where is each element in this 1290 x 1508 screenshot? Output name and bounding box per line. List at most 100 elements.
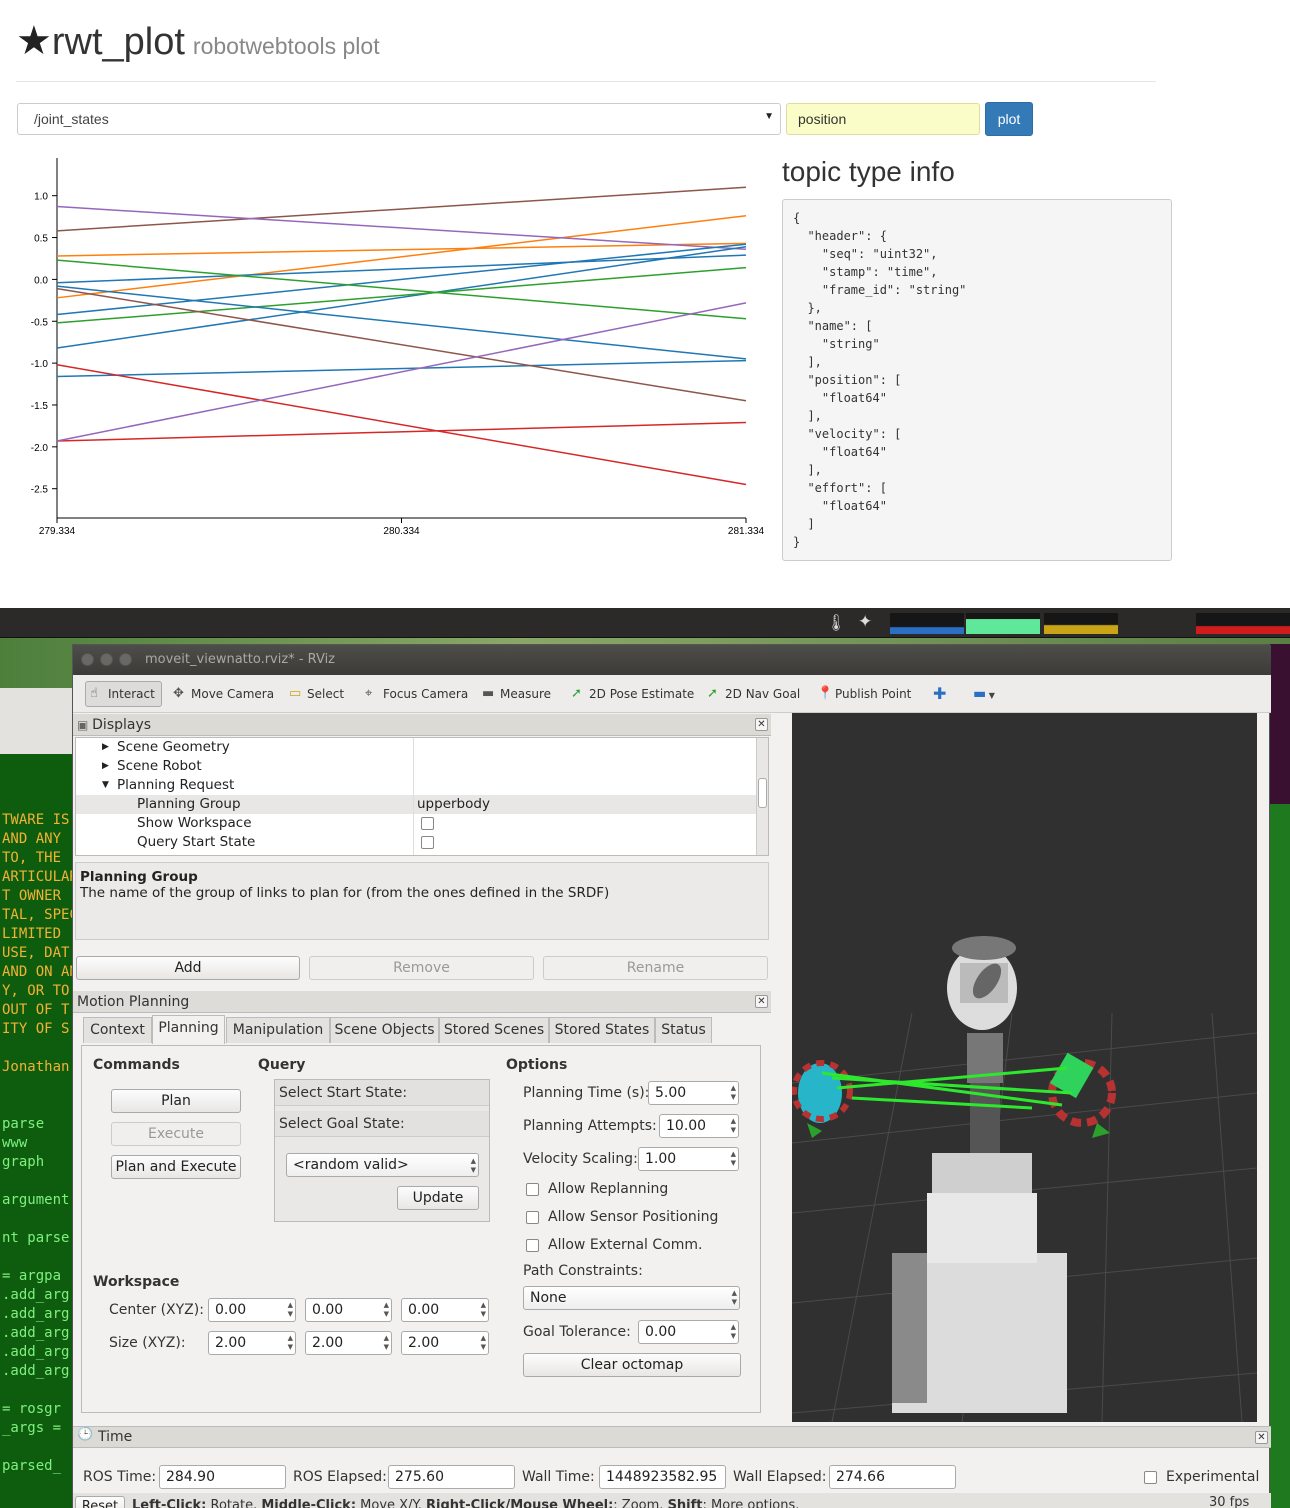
updown-icon[interactable]: ▲ ▼: [481, 1334, 486, 1352]
goal-tolerance-label: Goal Tolerance:: [523, 1324, 631, 1340]
rename-button[interactable]: Rename: [543, 956, 768, 980]
reset-button[interactable]: Reset: [75, 1496, 125, 1508]
map-pin-icon: 📍: [817, 686, 834, 701]
add-tool-icon[interactable]: ✚: [925, 683, 946, 705]
expand-right-icon[interactable]: ▶: [102, 738, 109, 757]
scroll-thumb[interactable]: [758, 778, 767, 808]
updown-icon[interactable]: ▲ ▼: [384, 1301, 389, 1319]
x-tick-label: 279.334: [39, 526, 76, 537]
terminal-line: www: [2, 1135, 28, 1151]
tab-context[interactable]: Context: [83, 1017, 152, 1043]
tab-stored-scenes[interactable]: Stored Scenes: [439, 1017, 549, 1043]
allow-replanning-checkbox[interactable]: [526, 1183, 539, 1196]
center-y-spinbox[interactable]: 0.00 ▲ ▼: [305, 1298, 392, 1322]
query-start-state-checkbox[interactable]: [421, 836, 434, 849]
updown-icon[interactable]: ▲ ▼: [481, 1301, 486, 1319]
remove-button[interactable]: Remove: [309, 956, 534, 980]
updown-icon[interactable]: ▲ ▼: [731, 1117, 736, 1135]
tree-scrollbar[interactable]: [756, 738, 768, 855]
planning-time-spinbox[interactable]: 5.00 ▲ ▼: [648, 1081, 739, 1105]
size-y-spinbox[interactable]: 2.00 ▲ ▼: [305, 1331, 392, 1355]
plan-and-execute-button[interactable]: Plan and Execute: [111, 1155, 241, 1179]
select-start-row[interactable]: Select Start State:: [275, 1080, 489, 1106]
description-text: The name of the group of links to plan f…: [80, 885, 610, 901]
tab-status[interactable]: Status: [655, 1017, 712, 1043]
window-titlebar[interactable]: moveit_viewnatto.rviz* - RViz: [73, 645, 1271, 675]
chart-series: [56, 186, 747, 486]
select-goal-row[interactable]: Select Goal State:: [275, 1111, 489, 1137]
tool-2d-nav-goal[interactable]: ➚ 2D Nav Goal: [707, 683, 800, 705]
series-line: [56, 266, 747, 324]
add-button[interactable]: Add: [76, 956, 300, 980]
expand-right-icon[interactable]: ▶: [102, 757, 109, 776]
close-window-icon[interactable]: [81, 653, 94, 666]
allow-external-checkbox[interactable]: [526, 1239, 539, 1252]
close-time-icon[interactable]: ✕: [1255, 1431, 1268, 1444]
tool-2d-pose-estimate[interactable]: ➚ 2D Pose Estimate: [571, 683, 694, 705]
remove-tool-icon[interactable]: ▬ ▼: [969, 683, 995, 705]
tab-scene-objects[interactable]: Scene Objects: [330, 1017, 439, 1043]
tab-stored-states[interactable]: Stored States: [549, 1017, 655, 1043]
tool-focus-camera[interactable]: ⌖ Focus Camera: [365, 683, 468, 705]
field-input[interactable]: position: [786, 103, 980, 135]
tree-item-scene-geometry[interactable]: ▶ Scene Geometry: [76, 738, 756, 757]
tool-measure[interactable]: ▬ Measure: [482, 683, 551, 705]
expand-down-icon[interactable]: ▼: [102, 776, 109, 795]
experimental-checkbox[interactable]: [1144, 1471, 1157, 1484]
planning-time-label: Planning Time (s):: [523, 1085, 650, 1101]
size-x-spinbox[interactable]: 2.00 ▲ ▼: [208, 1331, 296, 1355]
tree-item-scene-robot[interactable]: ▶ Scene Robot: [76, 757, 756, 776]
updown-icon[interactable]: ▲ ▼: [288, 1301, 293, 1319]
terminal-line: TWARE IS: [2, 812, 70, 828]
time-title: Time: [98, 1429, 133, 1445]
goal-tolerance-spinbox[interactable]: 0.00 ▲ ▼: [638, 1320, 739, 1344]
planning-attempts-label: Planning Attempts:: [523, 1118, 657, 1134]
allow-sensor-checkbox[interactable]: [526, 1211, 539, 1224]
center-x-spinbox[interactable]: 0.00 ▲ ▼: [208, 1298, 296, 1322]
velocity-scaling-spinbox[interactable]: 1.00 ▲ ▼: [638, 1147, 739, 1171]
tool-interact[interactable]: ☝ Interact: [85, 681, 162, 707]
show-workspace-checkbox[interactable]: [421, 817, 434, 830]
execute-button[interactable]: Execute: [111, 1122, 241, 1146]
tool-select[interactable]: ▭ Select: [289, 683, 344, 705]
planning-group-value[interactable]: upperbody: [417, 795, 490, 814]
tree-item-show-workspace[interactable]: Show Workspace: [76, 814, 756, 833]
time-panel-header: 🕒 Time ✕: [73, 1426, 1271, 1448]
path-constraints-select[interactable]: None ▲ ▼: [523, 1286, 740, 1310]
tool-move-camera[interactable]: ✥ Move Camera: [173, 683, 274, 705]
minimize-window-icon[interactable]: [100, 653, 113, 666]
thermometer-icon[interactable]: 🌡: [826, 613, 846, 632]
size-z-spinbox[interactable]: 2.00 ▲ ▼: [401, 1331, 489, 1355]
dropbox-icon[interactable]: ✦: [858, 612, 872, 632]
plan-button[interactable]: Plan: [111, 1089, 241, 1113]
tab-planning[interactable]: Planning: [152, 1015, 225, 1044]
maximize-window-icon[interactable]: [119, 653, 132, 666]
tab-manipulation[interactable]: Manipulation: [226, 1017, 330, 1043]
clear-octomap-button[interactable]: Clear octomap: [523, 1353, 741, 1377]
tree-item-planning-group[interactable]: Planning Group upperbody: [76, 795, 756, 814]
goal-tolerance-value: 0.00: [645, 1324, 677, 1340]
tool-publish-point[interactable]: 📍 Publish Point: [817, 683, 911, 705]
close-motion-planning-icon[interactable]: ✕: [755, 995, 768, 1008]
plot-button[interactable]: plot: [985, 102, 1033, 136]
updown-icon[interactable]: ▲ ▼: [384, 1334, 389, 1352]
tree-item-planning-request[interactable]: ▼ Planning Request: [76, 776, 756, 795]
ros-elapsed-value: 275.60: [395, 1469, 444, 1485]
topic-select[interactable]: /joint_states ▼: [17, 103, 781, 135]
center-z-spinbox[interactable]: 0.00 ▲ ▼: [401, 1298, 489, 1322]
page-subtitle: robotwebtools plot: [192, 33, 380, 59]
close-displays-icon[interactable]: ✕: [755, 718, 768, 731]
terminal-line: .add_arg: [2, 1344, 70, 1360]
tree-item-query-start-state[interactable]: Query Start State: [76, 833, 756, 852]
planning-attempts-spinbox[interactable]: 10.00 ▲ ▼: [659, 1114, 739, 1138]
updown-icon[interactable]: ▲ ▼: [731, 1323, 736, 1341]
motion-planning-title: Motion Planning: [77, 994, 190, 1010]
update-button[interactable]: Update: [397, 1186, 479, 1210]
goal-state-select[interactable]: <random valid> ▲ ▼: [286, 1153, 479, 1177]
robot-model: [792, 936, 1116, 1413]
updown-icon[interactable]: ▲ ▼: [288, 1334, 293, 1352]
updown-icon[interactable]: ▲ ▼: [731, 1084, 736, 1102]
size-x-value: 2.00: [215, 1335, 247, 1351]
updown-icon[interactable]: ▲ ▼: [731, 1150, 736, 1168]
3d-viewport[interactable]: [792, 713, 1257, 1422]
